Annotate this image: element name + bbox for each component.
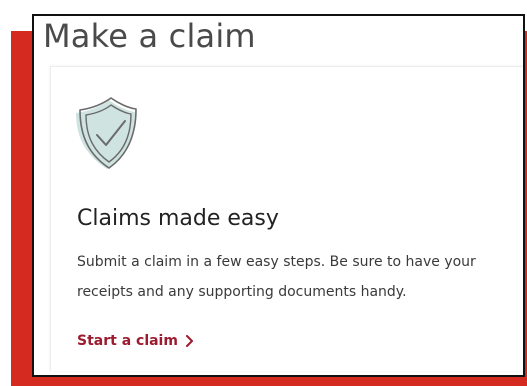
claim-panel: Make a claim Claims made easy Submit a c…	[32, 14, 525, 377]
start-claim-label: Start a claim	[77, 333, 178, 349]
start-claim-link[interactable]: Start a claim	[77, 333, 194, 349]
card-description: Submit a claim in a few easy steps. Be s…	[77, 254, 476, 300]
shield-check-icon	[76, 97, 137, 169]
chevron-right-icon	[185, 335, 193, 347]
page-title: Make a claim	[43, 17, 256, 55]
claim-card: Claims made easy Submit a claim in a few…	[50, 66, 523, 371]
card-heading: Claims made easy	[77, 206, 279, 231]
